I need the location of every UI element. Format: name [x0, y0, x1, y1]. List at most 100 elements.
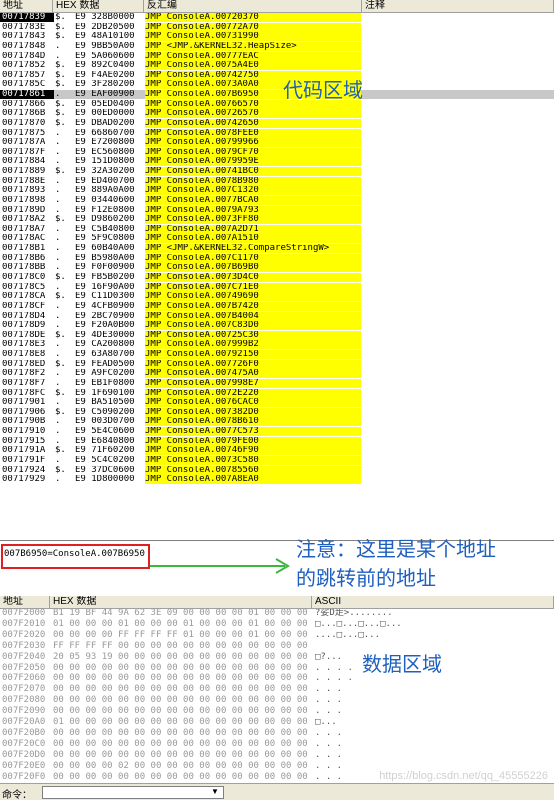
- row-hex: E9 F0F00900: [75, 263, 135, 273]
- dump-header-hex[interactable]: HEX 数据: [50, 596, 312, 609]
- dump-ascii: . . .: [315, 706, 343, 717]
- dump-header-ascii[interactable]: ASCII: [312, 596, 554, 609]
- disasm-row[interactable]: 00717884. E9 151D0800 JMP ConsoleA.0079959…: [0, 157, 554, 167]
- disasm-row[interactable]: 00717910. E9 5E4C0600 JMP ConsoleA.0077C57…: [0, 427, 554, 437]
- disasm-row[interactable]: 007178A2 $. E9 D9860200 JMP ConsoleA.0073FF…: [0, 215, 554, 225]
- row-hex: E9 05ED0400: [75, 99, 135, 109]
- disasm-row[interactable]: 007178FC $. E9 1F690100 JMP ConsoleA.0072E2…: [0, 388, 554, 398]
- disasm-row[interactable]: 0071789D. E9 F12E0800 JMP ConsoleA.0079A79…: [0, 205, 554, 215]
- dump-row[interactable]: 007F2090 00 00 00 00 00 00 00 00 00 00 00…: [0, 707, 554, 716]
- dump-row[interactable]: 007F20C0 00 00 00 00 00 00 00 00 00 00 00…: [0, 739, 554, 749]
- disasm-row[interactable]: 0071787F. E9 EC560800 JMP ConsoleA.0079CF7…: [0, 147, 554, 157]
- disasm-row[interactable]: 007178CA $. E9 C11D0300 JMP ConsoleA.007496…: [0, 292, 554, 302]
- row-address: 007178E8: [2, 350, 46, 360]
- disasm-row[interactable]: 00717839 $. E9 328B0000 JMP ConsoleA.007203…: [0, 13, 554, 22]
- disasm-row[interactable]: 007178DE $. E9 4DE30000 JMP ConsoleA.00725C…: [0, 330, 554, 340]
- dump-row[interactable]: 007F20A0 01 00 00 00 00 00 00 00 00 00 00…: [0, 718, 554, 727]
- disasm-row[interactable]: 0071788E. E9 ED400700 JMP ConsoleA.0078B98…: [0, 176, 554, 186]
- dump-row[interactable]: 007F2050 00 00 00 00 00 00 00 00 00 00 00…: [0, 663, 554, 673]
- dump-ascii: . . .: [315, 695, 343, 706]
- dump-row[interactable]: 007F2070 00 00 00 00 00 00 00 00 00 00 00…: [0, 685, 554, 694]
- disasm-row[interactable]: 007178E3. E9 CA200800 JMP ConsoleA.007999B…: [0, 340, 554, 350]
- row-disassembly: JMP ConsoleA.00725C30: [145, 330, 361, 340]
- disasm-row[interactable]: 00717866 $. E9 05ED0400 JMP ConsoleA.007665…: [0, 99, 554, 109]
- dump-hex: B1 19 BF 44 9A 62 3E 09 00 00 00 00 01 0…: [53, 609, 308, 618]
- dump-header-address[interactable]: 地址: [0, 596, 50, 609]
- command-input[interactable]: [42, 786, 224, 799]
- disasm-row[interactable]: 007178F7. E9 EB1F0800 JMP ConsoleA.007998E…: [0, 378, 554, 388]
- dump-row[interactable]: 007F20D0 00 00 00 00 00 00 00 00 00 00 00…: [0, 750, 554, 760]
- disasm-row[interactable]: 00717848. E9 9BB50A00 JMP <JMP.&KERNEL32.H…: [0, 41, 554, 51]
- row-address: 00717884: [2, 157, 46, 167]
- disasm-row[interactable]: 00717875. E9 66860700 JMP ConsoleA.0078FEE…: [0, 128, 554, 138]
- dump-row[interactable]: 007F2060 00 00 00 00 00 00 00 00 00 00 00…: [0, 674, 554, 683]
- disasm-row[interactable]: 00717861. E9 EAF00900 JMP ConsoleA.007B695…: [0, 90, 554, 100]
- disasm-row[interactable]: 0071791A $. E9 71F60200 JMP ConsoleA.00746F…: [0, 446, 554, 456]
- disasm-row[interactable]: 00717901. E9 BA510500 JMP ConsoleA.0076CAC…: [0, 398, 554, 408]
- disasm-row[interactable]: 00717870 $. E9 DBAD0200 JMP ConsoleA.007426…: [0, 118, 554, 128]
- disasm-row[interactable]: 007178BB. E9 F0F00900 JMP ConsoleA.007B69B…: [0, 263, 554, 273]
- disasm-row[interactable]: 00717893. E9 889A0A00 JMP ConsoleA.007C132…: [0, 186, 554, 196]
- disasm-row[interactable]: 00717843 $. E9 48A10100 JMP ConsoleA.007319…: [0, 32, 554, 42]
- row-flag: $.: [55, 388, 66, 398]
- dump-row[interactable]: 007F2040 20 05 93 19 00 00 00 00 00 00 00…: [0, 652, 554, 662]
- disasm-row[interactable]: 0071786B $. E9 00ED0000 JMP ConsoleA.007265…: [0, 109, 554, 119]
- row-flag: .: [55, 427, 61, 437]
- row-address: 007178A2: [2, 215, 46, 225]
- disasm-row[interactable]: 0071785C $. E9 3F280200 JMP ConsoleA.0073A0…: [0, 80, 554, 90]
- chevron-down-icon[interactable]: ▼: [210, 787, 220, 797]
- disasm-row[interactable]: 0071790B. E9 003D0700 JMP ConsoleA.0078B61…: [0, 417, 554, 427]
- disasm-row[interactable]: 007178B6. E9 B5980A00 JMP ConsoleA.007C117…: [0, 253, 554, 263]
- disasm-row[interactable]: 0071787A. E9 E7200800 JMP ConsoleA.0079996…: [0, 138, 554, 148]
- row-address: 007178BB: [2, 263, 46, 273]
- dump-address: 007F2070: [2, 684, 46, 695]
- row-address: 00717848: [2, 41, 46, 51]
- disasm-row[interactable]: 007178A7. E9 C5B40800 JMP ConsoleA.007A2D7…: [0, 224, 554, 234]
- row-hex: E9 C5B40800: [75, 224, 135, 234]
- disasm-row[interactable]: 00717915. E9 E6840800 JMP ConsoleA.0079FE0…: [0, 436, 554, 446]
- disasm-row[interactable]: 00717906 $. E9 C5090200 JMP ConsoleA.007382…: [0, 407, 554, 417]
- dump-row[interactable]: 007F20B0 00 00 00 00 00 00 00 00 00 00 00…: [0, 728, 554, 738]
- row-disassembly: JMP ConsoleA.0079A793: [145, 205, 361, 215]
- row-hex: E9 66860700: [75, 128, 135, 138]
- disasm-row[interactable]: 007178E8. E9 63A80700 JMP ConsoleA.0079215…: [0, 350, 554, 360]
- disasm-row[interactable]: 007178D9. E9 F20A0B00 JMP ConsoleA.007C83D…: [0, 321, 554, 331]
- disasm-row[interactable]: 00717889 $. E9 32A30200 JMP ConsoleA.00741B…: [0, 167, 554, 177]
- dump-address: 007F2020: [2, 629, 46, 640]
- row-flag: .: [55, 138, 61, 148]
- col-header-disassembly[interactable]: 反汇编: [144, 0, 362, 13]
- disasm-row[interactable]: 00717898. E9 03440600 JMP ConsoleA.0077BCA…: [0, 195, 554, 205]
- disasm-row[interactable]: 007178C5. E9 16F90A00 JMP ConsoleA.007C71E…: [0, 282, 554, 292]
- row-flag: $.: [55, 61, 66, 71]
- dump-row[interactable]: 007F2010 01 00 00 00 01 00 00 00 01 00 00…: [0, 619, 554, 629]
- disasm-row[interactable]: 00717857 $. E9 F4AE0200 JMP ConsoleA.007427…: [0, 70, 554, 80]
- disasm-row[interactable]: 007178C0 $. E9 FB5B0200 JMP ConsoleA.0073D4…: [0, 273, 554, 282]
- disasm-row[interactable]: 007178AC. E9 5F9C0800 JMP ConsoleA.007A151…: [0, 234, 554, 244]
- disasm-row[interactable]: 00717929. E9 1D800000 JMP ConsoleA.007A8EA…: [0, 475, 554, 485]
- disasm-row[interactable]: 0071784D. E9 5A060600 JMP ConsoleA.00777EA…: [0, 51, 554, 61]
- dump-row[interactable]: 007F2020 00 00 00 00 FF FF FF FF 01 00 00…: [0, 629, 554, 640]
- row-address: 00717910: [2, 427, 46, 437]
- disasm-row[interactable]: 007178CF. E9 4CFB0900 JMP ConsoleA.007B742…: [0, 301, 554, 311]
- dump-row[interactable]: 007F2080 00 00 00 00 00 00 00 00 00 00 00…: [0, 696, 554, 705]
- disasm-row[interactable]: 0071783E $. E9 2DB20500 JMP ConsoleA.00772A…: [0, 22, 554, 32]
- row-address: 007178D4: [2, 311, 46, 321]
- disasm-row[interactable]: 007178F2. E9 A9FC0200 JMP ConsoleA.007475A…: [0, 369, 554, 379]
- row-hex: E9 63A80700: [75, 350, 135, 360]
- row-disassembly: JMP ConsoleA.00785560: [145, 465, 361, 475]
- disasm-row[interactable]: 00717924 $. E9 37DC0600 JMP ConsoleA.007855…: [0, 465, 554, 475]
- dump-address: 007F2090: [2, 706, 46, 717]
- disasm-row[interactable]: 00717852 $. E9 892C0400 JMP ConsoleA.0075A4…: [0, 61, 554, 71]
- dump-pane[interactable]: 007F2000 B1 19 BF 44 9A 62 3E 09 00 00 00…: [0, 609, 554, 783]
- disasm-row[interactable]: 0071791F. E9 5C4C0200 JMP ConsoleA.0073C58…: [0, 455, 554, 465]
- disasm-row[interactable]: 007178D4. E9 2BC70900 JMP ConsoleA.007B400…: [0, 311, 554, 321]
- disassembly-pane[interactable]: 00717839 $. E9 328B0000 JMP ConsoleA.007203…: [0, 13, 554, 540]
- disasm-row[interactable]: 007178B1. E9 60B40A00 JMP <JMP.&KERNEL32.C…: [0, 244, 554, 254]
- dump-row[interactable]: 007F2000 B1 19 BF 44 9A 62 3E 09 00 00 00…: [0, 609, 554, 618]
- col-header-comment[interactable]: 注释: [362, 0, 554, 13]
- disasm-row[interactable]: 007178ED $. E9 FEAD0500 JMP ConsoleA.007726…: [0, 359, 554, 369]
- col-header-address[interactable]: 地址: [0, 0, 53, 13]
- dump-row[interactable]: 007F2030 FF FF FF FF 00 00 00 00 00 00 00…: [0, 641, 554, 651]
- col-header-hex[interactable]: HEX 数据: [53, 0, 144, 13]
- row-hex: E9 F4AE0200: [75, 70, 135, 80]
